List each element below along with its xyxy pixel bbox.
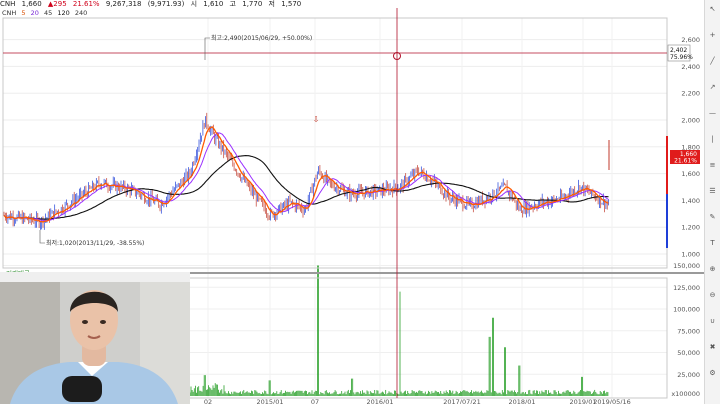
price-tick-label: 2,000 xyxy=(681,117,700,125)
time-axis-label: 07 xyxy=(311,398,319,404)
time-axis-label: 2016/01 xyxy=(366,398,393,404)
price-tick-label: 1,400 xyxy=(681,197,700,205)
erase-icon[interactable]: ✖ xyxy=(708,344,717,351)
fib-icon[interactable]: ☰ xyxy=(708,188,717,195)
zoom-out-icon[interactable]: ⊖ xyxy=(708,292,717,299)
hline-icon[interactable]: — xyxy=(708,110,717,117)
channel-icon[interactable]: ≡ xyxy=(708,162,717,169)
magnet-icon[interactable]: ∪ xyxy=(708,318,717,325)
volume-unit-label: x100000 xyxy=(671,390,700,398)
vline-icon[interactable]: | xyxy=(708,136,717,143)
high-annotation: 최고:2,490(2015/06/29, +50.00%) xyxy=(211,34,312,42)
time-axis-label: 2018/01 xyxy=(508,398,535,404)
trend-icon[interactable]: ↗ xyxy=(708,84,717,91)
price-tick-label: 2,200 xyxy=(681,90,700,98)
price-panel-frame xyxy=(2,17,668,269)
pen-icon[interactable]: ✎ xyxy=(708,214,717,221)
price-tick-label: 2,600 xyxy=(681,36,700,44)
low-annotation: 최저:1,020(2013/11/29, -38.55%) xyxy=(46,239,144,247)
crosshair-pct-label: 75.96% xyxy=(670,54,693,61)
crosshair-price-label: 2,402 xyxy=(670,47,687,54)
webcam-presenter-image xyxy=(0,272,190,404)
volume-tick-label: 150,000 xyxy=(673,262,700,270)
time-axis-label: 2015/01 xyxy=(256,398,283,404)
zoom-in-icon[interactable]: ⊕ xyxy=(708,266,717,273)
drawing-toolbar: ↖ + ╱ ↗ — | ≡ ☰ ✎ T ⊕ ⊖ ∪ ✖ ⚙ xyxy=(704,0,720,404)
price-tick-label: 1,600 xyxy=(681,170,700,178)
time-axis-label: 2017/07/21 xyxy=(443,398,480,404)
time-axis-label: 2019/05/16 xyxy=(593,398,630,404)
current-pct-label: 21.61% xyxy=(674,158,697,165)
settings-icon[interactable]: ⚙ xyxy=(708,370,717,377)
stock-chart-window: CNH 1,660 ▲295 21.61% 9,267,318 (9,971.9… xyxy=(0,0,720,404)
price-tick-label: 2,400 xyxy=(681,63,700,71)
price-range-bar-blue xyxy=(666,194,668,248)
price-tick-label: 1,200 xyxy=(681,224,700,232)
signal-arrow-icon: ⇩ xyxy=(313,115,320,124)
price-candles xyxy=(3,112,609,230)
crosshair-icon[interactable]: + xyxy=(708,32,717,39)
volume-tick-label: 125,000 xyxy=(673,284,700,292)
price-range-bar-red xyxy=(666,136,668,194)
volume-tick-label: 50,000 xyxy=(677,349,700,357)
price-tick-label: 1,000 xyxy=(681,251,700,259)
arrow-icon[interactable]: ↖ xyxy=(708,6,717,13)
line-icon[interactable]: ╱ xyxy=(708,58,717,65)
volume-tick-label: 75,000 xyxy=(677,327,700,335)
low-pointer xyxy=(39,230,45,244)
volume-tick-label: 25,000 xyxy=(677,371,700,379)
volume-tick-label: 100,000 xyxy=(673,306,700,314)
text-icon[interactable]: T xyxy=(708,240,717,247)
time-axis-label: 02 xyxy=(204,398,212,404)
